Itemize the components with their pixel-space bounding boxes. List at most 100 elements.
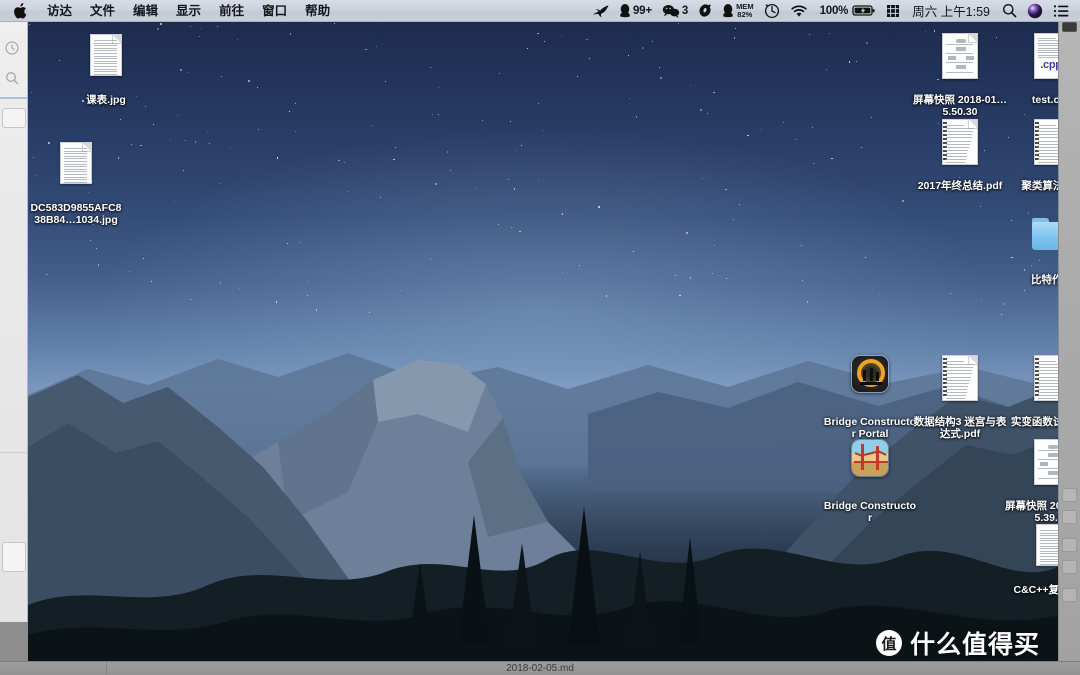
memory-usage-label: MEM 82% xyxy=(736,2,754,19)
icon-thumbnail xyxy=(937,118,983,176)
menu-item-file[interactable]: 文件 xyxy=(81,0,124,22)
input-source-icon[interactable] xyxy=(881,0,905,22)
wifi-icon[interactable] xyxy=(785,0,813,22)
swallow-icon[interactable] xyxy=(587,0,614,22)
starfield xyxy=(28,22,1058,316)
apple-logo-icon[interactable] xyxy=(0,2,38,19)
battery-status[interactable]: 100% xyxy=(813,0,882,22)
icon-thumbnail xyxy=(937,32,983,90)
menu-bar-left: 访达 文件 编辑 显示 前往 窗口 帮助 xyxy=(0,0,339,22)
memory-label-line2: 82% xyxy=(737,9,753,19)
menu-item-view[interactable]: 显示 xyxy=(167,0,210,22)
desktop-icon-pingmu-kuaizhao-1[interactable]: 屏幕快照 2018-01…5.50.30 xyxy=(912,32,1008,118)
background-window-right[interactable] xyxy=(1058,18,1080,675)
pdf-thumbnail xyxy=(1034,119,1058,165)
desktop-icon-shujujiegou3-pdf[interactable]: 数据结构3 迷宫与表达式.pdf xyxy=(912,354,1008,440)
icon-label: test.cpp xyxy=(1031,94,1058,106)
icon-label: 屏幕快照 2018-01…5.39.39 xyxy=(1005,500,1058,524)
desktop-icon-bridge-constructor[interactable]: Bridge Constructor xyxy=(822,438,918,524)
time-machine-icon[interactable] xyxy=(759,0,785,22)
icon-label: DC583D9855AFC838B84…1034.jpg xyxy=(30,202,122,226)
icon-label: 聚类算法.pdf xyxy=(1021,180,1058,192)
document-thumbnail xyxy=(1036,524,1058,566)
search-icon xyxy=(4,70,20,86)
right-row-2[interactable] xyxy=(1062,510,1077,524)
desktop-icon-juleisuanfa-pdf[interactable]: 聚类算法.pdf xyxy=(1004,118,1058,192)
desktop-icon-shibian-hanshu-pdf[interactable]: 实变函数试题.pdf xyxy=(1004,354,1058,428)
desktop-surface[interactable]: 课表.jpg DC583D9855AFC838B84…1034.jpg 屏幕快照… xyxy=(28,22,1058,675)
conifer-trees xyxy=(408,507,702,645)
qq-penguin-icon[interactable]: 99+ xyxy=(614,0,657,22)
menu-bar-clock[interactable]: 周六 上午1:59 xyxy=(905,1,997,20)
sidebar-panel-2[interactable] xyxy=(2,542,26,572)
background-window-bottom[interactable]: 2018-02-05.md xyxy=(0,661,1080,675)
right-row-4[interactable] xyxy=(1062,560,1077,574)
icon-label: 实变函数试题.pdf xyxy=(1010,416,1058,428)
icon-thumbnail xyxy=(83,32,129,90)
cpp-file-thumbnail: .cpp xyxy=(1034,33,1058,79)
watermark-text: 什么值得买 xyxy=(909,630,1040,659)
half-dome xyxy=(168,360,688,652)
menu-item-finder[interactable]: 访达 xyxy=(38,0,81,22)
pdf-thumbnail xyxy=(1034,355,1058,401)
search-icon[interactable] xyxy=(997,0,1022,22)
icon-label: 屏幕快照 2018-01…5.50.30 xyxy=(913,94,1007,118)
screenshot-thumbnail xyxy=(1034,439,1058,485)
menu-bar-status-area: 99+ 3 MEM 82% 100% 周六 上午1:59 xyxy=(587,0,1080,22)
sidebar-panel-1[interactable] xyxy=(2,108,26,128)
menu-item-edit[interactable]: 编辑 xyxy=(124,0,167,22)
pdf-thumbnail xyxy=(942,119,978,165)
icon-label: 数据结构3 迷宫与表达式.pdf xyxy=(913,416,1007,440)
right-row-1[interactable] xyxy=(1062,488,1077,502)
desktop-icon-nianzhong-zongjie[interactable]: 2017年终总结.pdf xyxy=(912,118,1008,192)
menu-item-help[interactable]: 帮助 xyxy=(296,0,339,22)
desktop-icon-bite-zuoye-folder[interactable]: 比特作业 xyxy=(1004,212,1058,286)
siri-orb-icon[interactable] xyxy=(1022,0,1048,22)
icon-thumbnail: .cpp xyxy=(1029,32,1058,90)
desktop-icon-pingmu-kuaizhao-2[interactable]: 屏幕快照 2018-01…5.39.39 xyxy=(1004,438,1058,524)
icon-thumbnail xyxy=(1029,438,1058,496)
screen-root: 课表.jpg DC583D9855AFC838B84…1034.jpg 屏幕快照… xyxy=(0,0,1080,675)
right-row-5[interactable] xyxy=(1062,588,1077,602)
alfred-hat-icon[interactable] xyxy=(693,0,717,22)
icon-thumbnail xyxy=(1029,118,1058,176)
tab-divider xyxy=(106,662,107,675)
divider xyxy=(0,97,27,99)
icon-thumbnail xyxy=(847,354,893,412)
right-row-3[interactable] xyxy=(1062,538,1077,552)
icon-thumbnail xyxy=(1029,354,1058,412)
bottom-document-title[interactable]: 2018-02-05.md xyxy=(506,663,574,674)
desktop-icon-test-cpp[interactable]: .cpp test.cpp xyxy=(1004,32,1058,106)
icon-thumbnail xyxy=(937,354,983,412)
desktop-icon-kebiao-jpg[interactable]: 课表.jpg xyxy=(58,32,154,106)
bridge-constructor-portal-app-icon xyxy=(851,355,889,393)
wechat-icon[interactable]: 3 xyxy=(657,0,693,22)
menu-bar[interactable]: 访达 文件 编辑 显示 前往 窗口 帮助 99+ 3 MEM 82% 100% … xyxy=(0,0,1080,22)
left-valley-wall xyxy=(28,375,358,657)
background-window-left[interactable] xyxy=(0,22,28,622)
icon-label: 比特作业 xyxy=(1031,274,1058,286)
notification-center-icon[interactable] xyxy=(1048,0,1074,22)
folder-thumbnail xyxy=(1032,218,1058,250)
desktop-icon-dc583-jpg[interactable]: DC583D9855AFC838B84…1034.jpg xyxy=(28,140,124,226)
bridge-constructor-app-icon xyxy=(851,439,889,477)
icon-label: C&C++复习总结 xyxy=(1013,584,1058,596)
icon-label: 2017年终总结.pdf xyxy=(917,180,1003,192)
menu-item-go[interactable]: 前往 xyxy=(210,0,253,22)
desktop-icon-bridge-constructor-portal[interactable]: Bridge Constructor Portal xyxy=(822,354,918,440)
pdf-thumbnail xyxy=(942,355,978,401)
screenshot-thumbnail xyxy=(942,33,978,79)
history-icon xyxy=(4,40,20,56)
window-grip[interactable] xyxy=(1062,22,1077,32)
desktop-icon-cpp-fuxi-zongjie[interactable]: C&C++复习总结 xyxy=(1004,522,1058,596)
watermark: 值 什么值得买 xyxy=(875,625,1040,661)
icon-label: 课表.jpg xyxy=(86,94,126,106)
memory-monitor[interactable]: MEM 82% xyxy=(717,0,759,22)
icon-label: Bridge Constructor xyxy=(823,500,917,524)
menu-item-window[interactable]: 窗口 xyxy=(253,0,296,22)
icon-label: Bridge Constructor Portal xyxy=(823,416,917,440)
divider xyxy=(0,452,27,453)
battery-percent-label: 100% xyxy=(819,4,849,17)
icon-thumbnail xyxy=(1029,212,1058,270)
icon-thumbnail xyxy=(847,438,893,496)
